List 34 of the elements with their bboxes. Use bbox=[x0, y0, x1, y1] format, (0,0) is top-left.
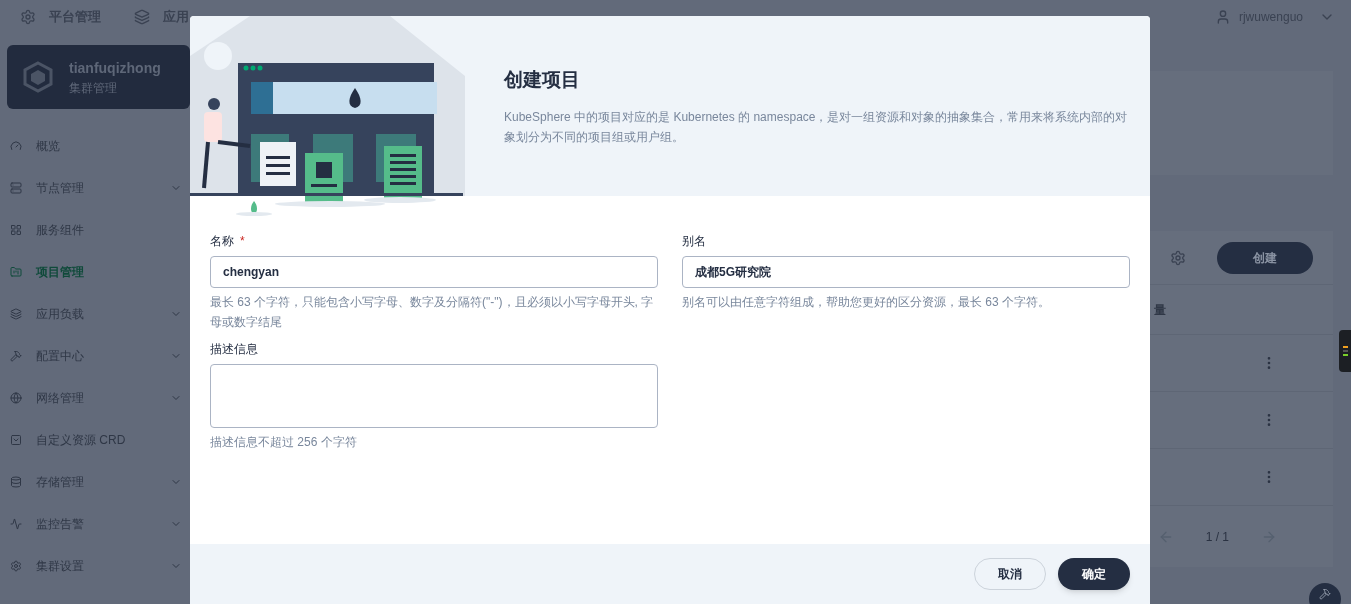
dialog-title: 创建项目 bbox=[504, 68, 581, 92]
dialog-description: KubeSphere 中的项目对应的是 Kubernetes 的 namespace，是对一组资源和对象的抽象集合，常用来将系统内部的对象划分为不同的项目组或用户组。 bbox=[504, 108, 1129, 146]
confirm-button[interactable]: 确定 bbox=[1058, 558, 1130, 590]
settings-icon[interactable] bbox=[1170, 249, 1186, 266]
meter-widget-icon bbox=[1339, 330, 1351, 372]
grid-icon bbox=[10, 224, 22, 236]
layers-icon bbox=[10, 308, 22, 320]
globe-icon bbox=[10, 392, 22, 404]
description-field[interactable] bbox=[210, 364, 658, 428]
required-mark: * bbox=[240, 233, 245, 250]
field-label: 别名 bbox=[682, 233, 706, 250]
input-field[interactable]: chengyan bbox=[210, 256, 658, 288]
database-icon bbox=[10, 476, 22, 488]
field-label: 描述信息 bbox=[210, 341, 258, 358]
field-hint: 最长 63 个字符，只能包含小写字母、数字及分隔符("-")，且必须以小写字母开头, 字母或数字结尾 bbox=[210, 294, 655, 331]
gauge-icon bbox=[10, 140, 22, 152]
square-chevron-icon bbox=[10, 434, 22, 446]
field-label: 名称 bbox=[210, 233, 234, 250]
input-field[interactable]: 成都5G研究院 bbox=[682, 256, 1130, 288]
cube-icon bbox=[23, 61, 53, 93]
pagination-text: 1 / 1 bbox=[1205, 529, 1229, 546]
create-button[interactable]: 创建 bbox=[1217, 241, 1313, 274]
field-hint: 别名可以由任意字符组成，帮助您更好的区分资源，最长 63 个字符。 bbox=[682, 294, 1051, 311]
gear-icon bbox=[20, 9, 36, 25]
server-icon bbox=[10, 182, 22, 194]
cluster-name: tianfuqizhong bbox=[69, 58, 161, 78]
sidebar-item[interactable]: 项目管理 bbox=[7, 251, 190, 293]
layers-icon bbox=[134, 9, 150, 25]
hammer-icon bbox=[10, 350, 22, 362]
field-hint: 描述信息不超过 256 个字符 bbox=[210, 434, 358, 451]
folder-icon bbox=[10, 266, 22, 278]
hammer-icon bbox=[1319, 588, 1331, 600]
pulse-icon bbox=[10, 518, 22, 530]
gear-icon bbox=[10, 560, 22, 572]
